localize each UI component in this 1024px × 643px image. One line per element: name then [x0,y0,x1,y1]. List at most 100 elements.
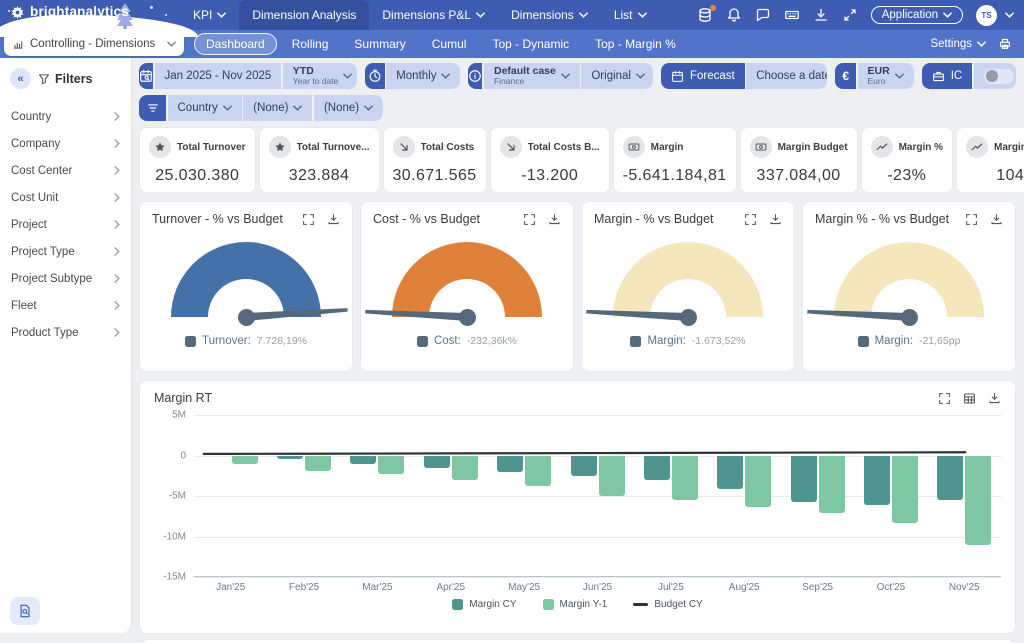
sidebar-item-product-type[interactable]: Product Type [10,319,121,346]
bar-margin-cy[interactable] [350,456,376,465]
gauge-card-margin-pct: Margin % - % vs Budget Margin: -21,65pp [802,201,1016,372]
fullscreen-icon[interactable] [302,213,315,226]
bar-margin-cy[interactable] [497,456,523,472]
download-icon[interactable] [769,213,782,226]
fullscreen-icon[interactable] [523,213,536,226]
bar-chart-icon [12,38,24,50]
nav-item-dimensions[interactable]: Dimensions [498,0,601,30]
fullscreen-icon[interactable] [965,213,978,226]
sidebar-item-company[interactable]: Company [10,130,121,157]
bar-margin-y1[interactable] [672,456,698,501]
ytd-select[interactable]: YTD Year to date [283,63,358,89]
date-range-value[interactable]: Jan 2025 - Nov 2025 [155,63,282,89]
tab-top-margin[interactable]: Top - Margin % [584,34,687,54]
dimension-select[interactable]: Country [168,95,242,121]
download-icon[interactable] [548,213,561,226]
breakdown-2-select[interactable]: (None) [314,95,383,121]
y-axis-labels: 5M0-5M-10M-15M [154,415,194,577]
bar-margin-y1[interactable] [745,456,771,507]
info-icon[interactable] [468,63,482,89]
bar-margin-y1[interactable] [452,456,478,480]
chevron-down-icon [943,12,952,18]
choose-date-button[interactable]: Choose a date [746,63,827,89]
filters-header: « Filters [10,68,121,89]
logo-subtitle: Happy Holidays! [30,19,129,29]
nav-item-kpi[interactable]: KPI [180,0,239,30]
app-logo[interactable]: brightanalytics Happy Holidays! [0,2,172,29]
calendar-search-icon[interactable] [139,63,153,89]
tab-rolling[interactable]: Rolling [281,34,340,54]
y-tick-label: -10M [163,531,186,542]
bar-margin-cy[interactable] [644,456,670,480]
bar-margin-y1[interactable] [599,456,625,497]
nav-item-list[interactable]: List [601,0,660,30]
bar-margin-cy[interactable] [424,456,450,469]
filter-toolbar-row-1: Jan 2025 - Nov 2025 YTD Year to date Mon… [139,63,1016,89]
bar-margin-y1[interactable] [232,456,258,464]
settings-menu[interactable]: Settings [930,38,986,50]
sidebar-item-cost-unit[interactable]: Cost Unit [10,184,121,211]
bar-margin-cy[interactable] [717,456,743,489]
tab-summary[interactable]: Summary [343,34,416,54]
x-tick-label: Jan'25 [194,582,267,593]
download-icon[interactable] [813,7,829,23]
clock-icon[interactable] [365,63,384,89]
database-icon[interactable] [697,7,713,23]
fullscreen-icon[interactable] [744,213,757,226]
ic-button[interactable]: IC [922,63,973,89]
bar-margin-cy[interactable] [277,456,303,459]
ic-toggle[interactable] [984,69,1014,84]
bar-margin-cy[interactable] [864,456,890,505]
kpi-card-margin: Margin -5.641.184,81 [613,127,737,193]
report-selector-value: Controlling - Dimensions [30,38,155,50]
keyboard-icon[interactable] [784,7,800,23]
euro-icon[interactable]: € [835,63,856,89]
bar-margin-cy[interactable] [937,456,963,501]
bar-margin-cy[interactable] [571,456,597,476]
print-icon[interactable] [998,37,1012,51]
bar-margin-y1[interactable] [305,456,331,471]
expand-icon[interactable] [842,7,858,23]
sidebar-item-fleet[interactable]: Fleet [10,292,121,319]
sidebar-item-project-type[interactable]: Project Type [10,238,121,265]
legend-item[interactable]: Margin CY [452,599,516,610]
file-search-icon [18,604,32,618]
legend-item-budget[interactable]: Budget CY [633,599,702,610]
bar-margin-y1[interactable] [892,456,918,523]
currency-select[interactable]: EUR Euro [858,63,914,89]
sidebar-item-cost-center[interactable]: Cost Center [10,157,121,184]
user-menu[interactable]: TS [976,5,1014,26]
sidebar-item-project-subtype[interactable]: Project Subtype [10,265,121,292]
period-select[interactable]: Monthly [386,63,460,89]
bar-margin-y1[interactable] [525,456,551,487]
sidebar-item-country[interactable]: Country [10,103,121,130]
download-icon[interactable] [990,213,1003,226]
nav-item-dimensions-pl[interactable]: Dimensions P&L [369,0,498,30]
bell-icon[interactable] [726,7,742,23]
version-select[interactable]: Original [581,63,653,89]
tab-top-dynamic[interactable]: Top - Dynamic [481,34,580,54]
document-search-button[interactable] [10,597,40,625]
filter-lines-icon[interactable] [139,95,166,121]
case-select[interactable]: Default case Finance [484,63,580,89]
bar-margin-y1[interactable] [378,456,404,475]
tab-cumul[interactable]: Cumul [421,34,478,54]
forecast-button[interactable]: Forecast [661,63,745,89]
x-tick-label: Jun'25 [561,582,634,593]
tab-dashboard[interactable]: Dashboard [194,33,277,55]
arrow-down-right-icon [500,136,522,158]
breakdown-1-select[interactable]: (None) [243,95,312,121]
bar-margin-cy[interactable] [791,456,817,502]
sidebar-item-project[interactable]: Project [10,211,121,238]
table-icon[interactable] [963,392,976,405]
collapse-sidebar-button[interactable]: « [10,68,31,89]
download-icon[interactable] [988,392,1001,405]
fullscreen-icon[interactable] [938,392,951,405]
legend-item[interactable]: Margin Y-1 [543,599,608,610]
application-selector[interactable]: Application [871,6,963,24]
bar-margin-y1[interactable] [965,456,991,545]
nav-item-dimension-analysis[interactable]: Dimension Analysis [239,0,369,30]
download-icon[interactable] [327,213,340,226]
bar-margin-y1[interactable] [819,456,845,514]
chat-icon[interactable] [755,7,771,23]
